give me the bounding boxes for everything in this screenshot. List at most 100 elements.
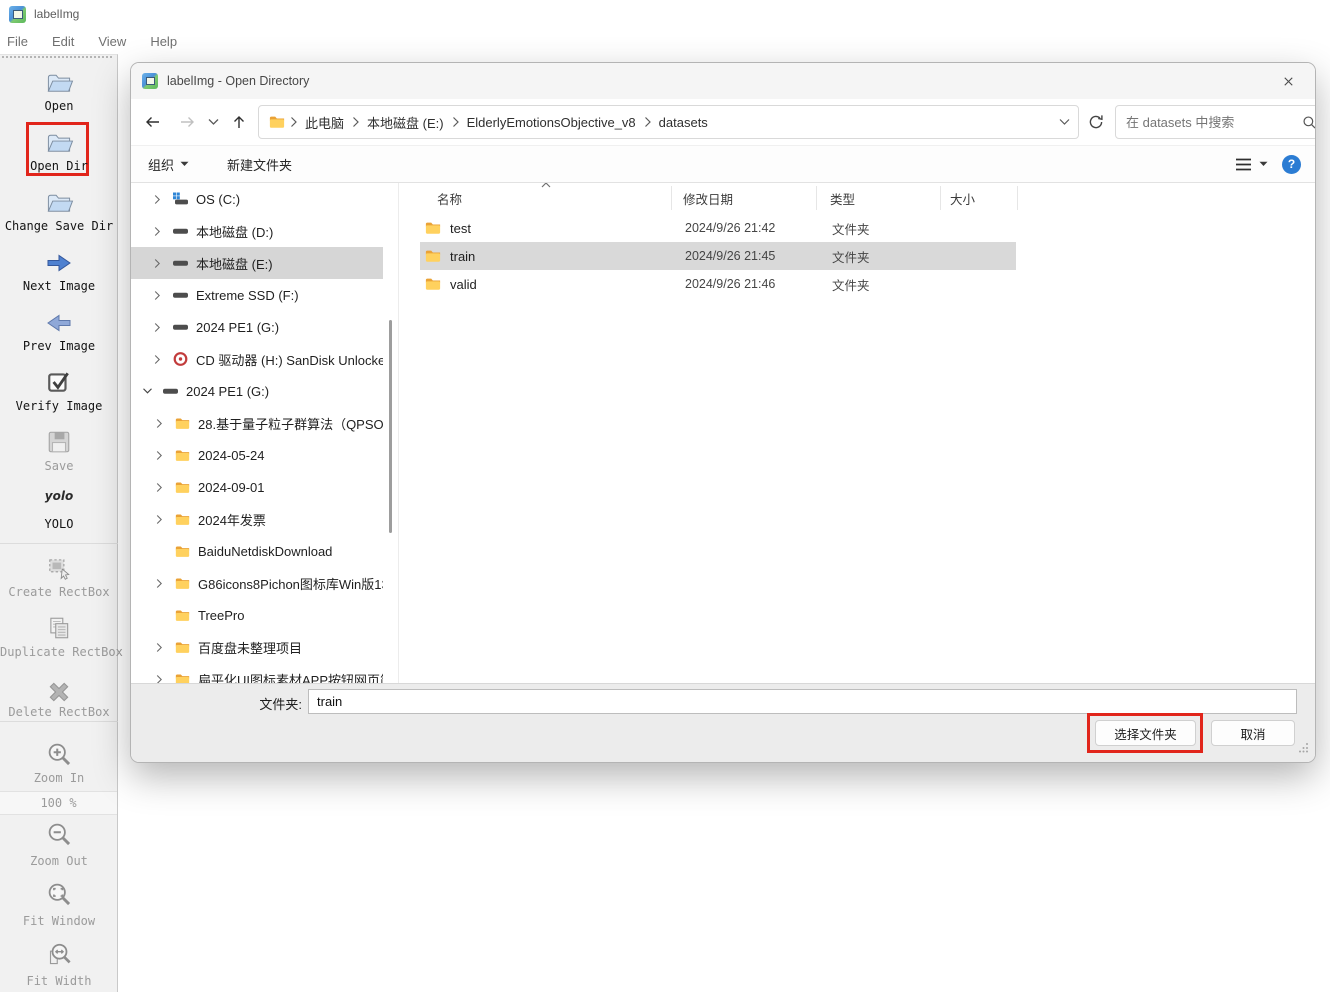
change-save-dir-label[interactable]: Change Save Dir [0, 219, 118, 233]
chevron-right-icon[interactable] [149, 226, 165, 237]
chevron-right-icon[interactable] [151, 418, 167, 429]
chevron-right-icon[interactable] [149, 322, 165, 333]
menu-edit[interactable]: Edit [40, 29, 86, 53]
folder-icon [172, 416, 192, 431]
tree-item-cd-drive-h[interactable]: CD 驱动器 (H:) SanDisk Unlocker [131, 343, 383, 375]
fit-width-button[interactable] [0, 941, 118, 968]
prev-image-button[interactable] [0, 311, 118, 335]
menu-help[interactable]: Help [138, 29, 189, 53]
change-save-dir-button[interactable] [0, 189, 118, 216]
up-button[interactable] [224, 107, 254, 137]
tree-item-2024-05-24[interactable]: 2024-05-24 [131, 439, 383, 471]
view-mode-button[interactable] [1235, 158, 1268, 171]
duplicate-rectbox-label[interactable]: Duplicate RectBox [0, 645, 123, 659]
file-row-train-selected[interactable]: train 2024/9/26 21:45 文件夹 [420, 242, 1016, 270]
zoom-out-label[interactable]: Zoom Out [0, 854, 118, 868]
sidebar-separator [0, 543, 118, 544]
zoom-out-button[interactable] [0, 821, 118, 848]
breadcrumb-project-folder[interactable]: ElderlyEmotionsObjective_v8 [463, 115, 640, 130]
search-input[interactable] [1126, 114, 1302, 130]
file-row-test[interactable]: test 2024/9/26 21:42 文件夹 [420, 214, 1016, 242]
tree-item-2024-pe1-g[interactable]: 2024 PE1 (G:) [131, 311, 383, 343]
new-folder-button[interactable]: 新建文件夹 [217, 150, 302, 178]
folder-name-input[interactable] [308, 689, 1297, 714]
duplicate-rectbox-button[interactable] [0, 615, 118, 641]
breadcrumb-this-pc[interactable]: 此电脑 [301, 113, 348, 132]
select-folder-button[interactable]: 选择文件夹 [1095, 720, 1196, 746]
address-dropdown-button[interactable] [1059, 118, 1070, 126]
open-label[interactable]: Open [0, 99, 118, 113]
next-image-label[interactable]: Next Image [0, 279, 118, 293]
forward-button[interactable] [172, 107, 202, 137]
chevron-right-icon[interactable] [149, 354, 165, 365]
create-rectbox-button[interactable] [0, 555, 118, 581]
fit-window-button[interactable] [0, 881, 118, 908]
chevron-right-icon[interactable] [151, 450, 167, 461]
file-row-valid[interactable]: valid 2024/9/26 21:46 文件夹 [420, 270, 1016, 298]
breadcrumb[interactable]: 此电脑 本地磁盘 (E:) ElderlyEmotionsObjective_v… [258, 105, 1079, 139]
cancel-button[interactable]: 取消 [1211, 720, 1295, 746]
tree-item-flat-ui-clipped[interactable]: 扁平化UI图标素材APP按钮网页简约 [131, 663, 383, 683]
breadcrumb-datasets[interactable]: datasets [655, 115, 712, 130]
tree-scrollbar-thumb[interactable] [389, 320, 392, 533]
chevron-right-icon[interactable] [151, 578, 167, 589]
prev-image-label[interactable]: Prev Image [0, 339, 118, 353]
tree-item-2024-09-01[interactable]: 2024-09-01 [131, 471, 383, 503]
verify-image-button[interactable] [0, 369, 118, 395]
column-header-date-modified[interactable]: 修改日期 [672, 186, 817, 210]
delete-rectbox-button[interactable] [0, 679, 118, 705]
tree-item-treepro[interactable]: TreePro [131, 599, 383, 631]
close-button[interactable] [1269, 67, 1307, 95]
chevron-right-icon[interactable] [149, 258, 165, 269]
zoom-in-button[interactable] [0, 741, 118, 768]
fit-width-label[interactable]: Fit Width [0, 974, 118, 988]
help-button[interactable]: ? [1282, 154, 1301, 174]
chevron-right-icon[interactable] [149, 194, 165, 205]
column-header-type[interactable]: 类型 [817, 186, 941, 210]
tree-item-disk-e[interactable]: 本地磁盘 (E:) [131, 247, 383, 279]
tree-item-extreme-ssd-f[interactable]: Extreme SSD (F:) [131, 279, 383, 311]
recent-locations-button[interactable] [202, 107, 224, 137]
tree-item-qpso-folder[interactable]: 28.基于量子粒子群算法（QPSO）优 [131, 407, 383, 439]
verify-image-label[interactable]: Verify Image [0, 399, 118, 413]
yolo-label[interactable]: YOLO [0, 517, 118, 531]
search-box[interactable] [1115, 105, 1315, 139]
chevron-right-icon[interactable] [151, 674, 167, 683]
column-header-size[interactable]: 大小 [941, 186, 1018, 210]
resize-grip[interactable] [1298, 740, 1309, 758]
yolo-format-button[interactable]: yolo [0, 489, 118, 503]
open-button[interactable] [0, 69, 118, 96]
delete-rectbox-label[interactable]: Delete RectBox [0, 705, 118, 719]
tree-item-disk-d[interactable]: 本地磁盘 (D:) [131, 215, 383, 247]
tree-item-baidu-unsorted[interactable]: 百度盘未整理项目 [131, 631, 383, 663]
zoom-in-label[interactable]: Zoom In [0, 771, 118, 785]
next-image-button[interactable] [0, 251, 118, 275]
tree-item-baidunetdisk[interactable]: BaiduNetdiskDownload [131, 535, 383, 567]
back-button[interactable] [137, 107, 167, 137]
menu-view[interactable]: View [86, 29, 138, 53]
dock-drag-handle[interactable] [2, 56, 112, 59]
open-dir-button[interactable] [0, 129, 118, 156]
fit-window-label[interactable]: Fit Window [0, 914, 118, 928]
create-rectbox-label[interactable]: Create RectBox [0, 585, 118, 599]
tree-item-g86icons[interactable]: G86icons8Pichon图标库Win版135 [131, 567, 383, 599]
menu-file[interactable]: File [0, 29, 40, 53]
refresh-button[interactable] [1079, 107, 1113, 137]
chevron-right-icon[interactable] [151, 514, 167, 525]
chevron-right-icon[interactable] [151, 482, 167, 493]
organize-button[interactable]: 组织 [138, 150, 199, 178]
chevron-right-icon[interactable] [151, 642, 167, 653]
chevron-down-icon[interactable] [139, 387, 155, 395]
save-button[interactable] [0, 429, 118, 455]
tree-item-2024-invoices[interactable]: 2024年发票 [131, 503, 383, 535]
open-dir-label[interactable]: Open Dir [0, 159, 118, 173]
chevron-right-icon[interactable] [149, 290, 165, 301]
save-label[interactable]: Save [0, 459, 118, 473]
tree-item-os-c[interactable]: OS (C:) [131, 183, 383, 215]
column-header-name[interactable]: 名称 [420, 183, 672, 210]
organize-label: 组织 [148, 157, 175, 173]
tree-item-2024-pe1-g-expanded[interactable]: 2024 PE1 (G:) [131, 375, 383, 407]
zoom-percent-field[interactable]: 100 % [0, 791, 117, 815]
breadcrumb-drive-e[interactable]: 本地磁盘 (E:) [363, 113, 448, 132]
dialog-titlebar[interactable]: labelImg - Open Directory [131, 63, 1315, 99]
